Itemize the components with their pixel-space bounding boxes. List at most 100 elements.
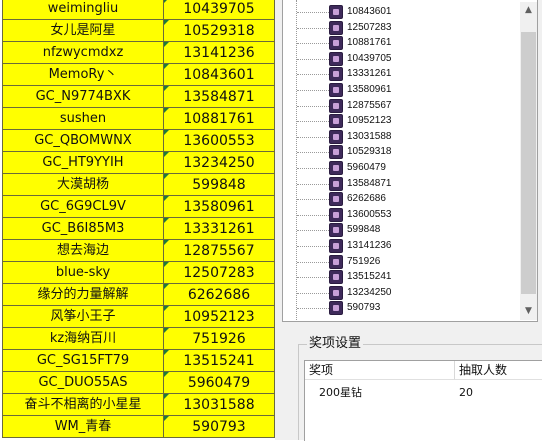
table-row: GC_DUO55AS 5960479 [0, 372, 275, 394]
user-node-icon [329, 192, 343, 207]
text-number-indicator-icon [164, 196, 169, 201]
cell-user-id[interactable]: 590793 [164, 416, 275, 438]
cell-user-id[interactable]: 13584871 [164, 86, 275, 108]
cell-username[interactable]: MemoRy丶 [3, 64, 164, 86]
text-number-indicator-icon [164, 306, 169, 311]
tree-branch-line [297, 121, 329, 123]
tree-item[interactable]: 751926 [283, 254, 523, 270]
cell-user-id[interactable]: 599848 [164, 174, 275, 196]
cell-user-id-text: 751926 [192, 331, 246, 347]
cell-user-id[interactable]: 13234250 [164, 152, 275, 174]
tree-branch-line [297, 90, 329, 91]
scrollbar-thumb[interactable] [521, 32, 536, 294]
prize-table[interactable]: 奖项 抽取人数 200星钻 20 [304, 360, 542, 441]
tree-item[interactable]: 13141236 [283, 238, 523, 254]
cell-user-id[interactable]: 10952123 [164, 306, 275, 328]
tree-item[interactable]: 13331261 [283, 66, 523, 82]
cell-user-id[interactable]: 751926 [164, 328, 275, 350]
cell-user-id[interactable]: 13331261 [164, 218, 275, 240]
tree-item[interactable]: 599848 [283, 222, 523, 238]
tree-item[interactable]: 13515241 [283, 269, 523, 285]
cell-username[interactable]: GC_DUO55AS [3, 372, 164, 394]
cell-username[interactable]: 缘分的力量解解 [3, 284, 164, 306]
table-row: 大漠胡杨 599848 [0, 174, 275, 196]
cell-user-id[interactable]: 12875567 [164, 240, 275, 262]
table-row: GC_N9774BXK 13584871 [0, 86, 275, 108]
cell-username[interactable]: GC_B6I85M3 [3, 218, 164, 240]
cell-username[interactable]: GC_QBOMWNX [3, 130, 164, 152]
user-node-icon [329, 223, 343, 238]
cell-username[interactable]: 女儿是阿星 [3, 20, 164, 42]
tree-item[interactable]: 10529318 [283, 144, 523, 160]
cell-username[interactable]: nfzwycmdxz [3, 42, 164, 64]
text-number-indicator-icon [164, 328, 169, 333]
tree-item[interactable]: 5960479 [283, 160, 523, 176]
cell-user-id[interactable]: 13600553 [164, 130, 275, 152]
cell-user-id[interactable]: 13031588 [164, 394, 275, 416]
user-node-icon [329, 254, 343, 269]
scroll-down-icon[interactable]: ▼ [520, 303, 537, 320]
tree-item-label: 12875567 [347, 99, 392, 111]
table-row: 奋斗不相离的小星星 13031588 [0, 394, 275, 416]
cell-user-id[interactable]: 13515241 [164, 350, 275, 372]
text-number-indicator-icon [164, 152, 169, 157]
cell-username[interactable]: GC_HT9YYIH [3, 152, 164, 174]
tree-branch-line [297, 292, 329, 294]
cell-user-id-text: 12507283 [183, 265, 255, 281]
user-node-icon [329, 145, 343, 160]
tree-item[interactable]: 12875567 [283, 98, 523, 114]
prize-item-cell[interactable]: 200星钻 [319, 385, 362, 401]
cell-user-id[interactable]: 6262686 [164, 284, 275, 306]
cell-user-id-text: 13580961 [183, 199, 255, 215]
cell-user-id[interactable]: 10529318 [164, 20, 275, 42]
tree-item[interactable]: 10439705 [283, 51, 523, 67]
tree-item-label: 13584871 [347, 177, 392, 189]
user-node-icon [329, 207, 343, 222]
cell-username[interactable]: 风筝小王子 [3, 306, 164, 328]
cell-username[interactable]: 奋斗不相离的小星星 [3, 394, 164, 416]
tree-item-label: 13600553 [347, 208, 392, 220]
tree-item[interactable]: 12507283 [283, 20, 523, 36]
prize-column-header-item[interactable]: 奖项 [305, 361, 455, 380]
tree-branch-line [297, 230, 329, 232]
tree-item[interactable]: 10843601 [283, 4, 523, 20]
tree-item[interactable]: 10881761 [283, 35, 523, 51]
cell-user-id[interactable]: 5960479 [164, 372, 275, 394]
cell-user-id[interactable]: 10843601 [164, 64, 275, 86]
cell-username[interactable]: GC_SG15FT79 [3, 350, 164, 372]
prize-column-header-count[interactable]: 抽取人数 [455, 361, 542, 380]
tree-item[interactable]: 13234250 [283, 285, 523, 301]
user-node-icon [329, 36, 343, 51]
tree-item-label: 12507283 [347, 21, 392, 33]
tree-item[interactable]: 6262686 [283, 191, 523, 207]
cell-username[interactable]: WM_青春 [3, 416, 164, 438]
tree-item[interactable]: 10952123 [283, 113, 523, 129]
cell-username[interactable]: GC_N9774BXK [3, 86, 164, 108]
table-row: kz海纳百川 751926 [0, 328, 275, 350]
table-row: GC_QBOMWNX 13600553 [0, 130, 275, 152]
cell-username[interactable]: 想去海边 [3, 240, 164, 262]
cell-username[interactable]: blue-sky [3, 262, 164, 284]
cell-username[interactable]: GC_6G9CL9V [3, 196, 164, 218]
tree-item[interactable]: 590793 [283, 300, 523, 316]
tree-item-label: 13234250 [347, 286, 392, 298]
cell-user-id[interactable]: 13580961 [164, 196, 275, 218]
text-number-indicator-icon [164, 284, 169, 289]
tree-item[interactable]: 13584871 [283, 176, 523, 192]
tree-item[interactable]: 13600553 [283, 207, 523, 223]
tree-item[interactable]: 13580961 [283, 82, 523, 98]
cell-user-id[interactable]: 12507283 [164, 262, 275, 284]
scroll-up-icon[interactable]: ▲ [520, 2, 537, 19]
cell-username[interactable]: sushen [3, 108, 164, 130]
cell-user-id[interactable]: 10881761 [164, 108, 275, 130]
cell-user-id[interactable]: 10439705 [164, 0, 275, 20]
cell-user-id[interactable]: 13141236 [164, 42, 275, 64]
cell-username[interactable]: kz海纳百川 [3, 328, 164, 350]
tree-item[interactable]: 13031588 [283, 129, 523, 145]
tree-item-label: 13141236 [347, 240, 392, 251]
winner-tree-view[interactable]: 10843601 12507283 10881761 10439705 13331261… [282, 0, 538, 322]
cell-username[interactable]: 大漠胡杨 [3, 174, 164, 196]
cell-username[interactable]: weimingliu [3, 0, 164, 20]
tree-vertical-scrollbar[interactable]: ▲ ▼ [520, 2, 537, 320]
prize-count-cell[interactable]: 20 [459, 385, 473, 401]
